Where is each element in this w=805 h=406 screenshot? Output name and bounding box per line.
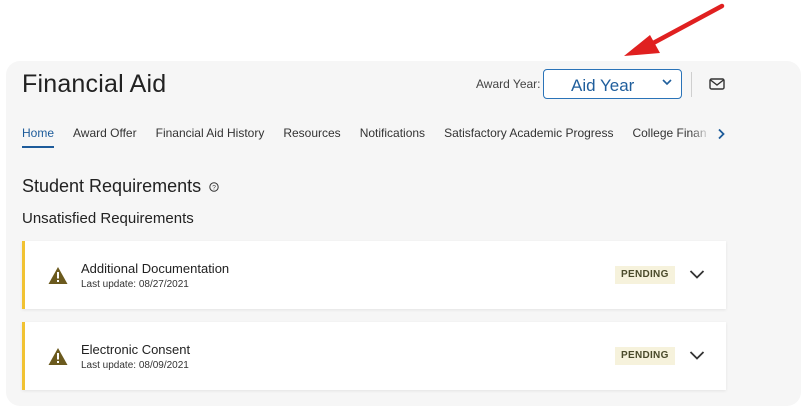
award-year-value: Aid Year	[571, 76, 635, 95]
requirement-name: Electronic Consent	[81, 342, 191, 357]
chevron-down-icon[interactable]	[689, 268, 705, 280]
requirement-card[interactable]: Additional Documentation Last update: 08…	[22, 241, 726, 309]
student-requirements-title: Student Requirements	[22, 176, 202, 196]
svg-text:?: ?	[212, 185, 216, 192]
page-title: Financial Aid	[22, 70, 167, 98]
tab-financial-aid-history[interactable]: Financial Aid History	[156, 126, 265, 146]
status-badge: PENDING	[615, 266, 675, 284]
tab-notifications[interactable]: Notifications	[360, 126, 425, 146]
requirement-last-update: Last update: 08/09/2021	[81, 360, 189, 371]
chevron-right-icon[interactable]	[716, 128, 726, 140]
requirement-card[interactable]: Electronic Consent Last update: 08/09/20…	[22, 322, 726, 390]
award-year-label: Award Year:	[476, 77, 541, 91]
chevron-down-icon[interactable]	[689, 349, 705, 361]
mail-icon[interactable]	[709, 77, 725, 91]
tab-award-offer[interactable]: Award Offer	[73, 126, 137, 146]
status-badge: PENDING	[615, 347, 675, 365]
tab-satisfactory-academic-progress[interactable]: Satisfactory Academic Progress	[444, 126, 613, 146]
help-circle-icon[interactable]: ?	[209, 182, 219, 192]
student-requirements-heading: Student Requirements ?	[22, 176, 219, 197]
tab-home[interactable]: Home	[22, 126, 55, 148]
award-year-select[interactable]: Aid Year	[543, 69, 682, 99]
requirement-name: Additional Documentation	[81, 261, 230, 276]
warning-triangle-icon	[48, 348, 68, 365]
header-divider	[691, 72, 692, 97]
requirement-last-update: Last update: 08/27/2021	[81, 279, 189, 290]
tab-resources[interactable]: Resources	[283, 126, 340, 146]
tab-bar: Home Award Offer Financial Aid History Reso…	[22, 126, 722, 150]
warning-triangle-icon	[48, 267, 68, 284]
annotation-arrow	[624, 3, 725, 56]
chevron-down-icon	[662, 79, 672, 86]
unsatisfied-requirements-heading: Unsatisfied Requirements	[22, 210, 194, 227]
